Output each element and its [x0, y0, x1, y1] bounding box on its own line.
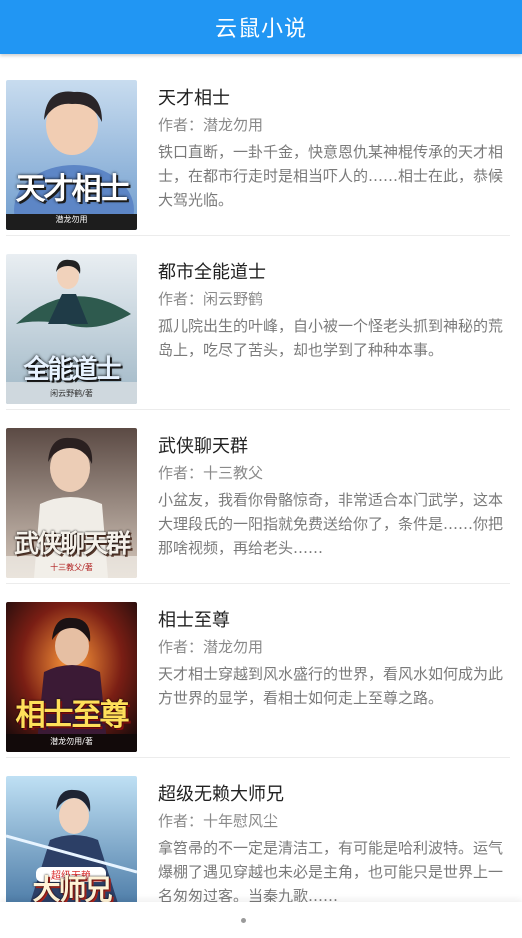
book-item[interactable]: 武侠聊天群 十三教父/著 武侠聊天群 作者：十三教父 小盆友，我看你骨骼惊奇，非…	[0, 410, 522, 584]
book-author: 作者：十年慰风尘	[158, 812, 279, 830]
book-title[interactable]: 武侠聊天群	[158, 432, 248, 458]
book-title[interactable]: 超级无赖大师兄	[158, 780, 284, 806]
book-author: 作者：十三教父	[158, 464, 264, 482]
app-title: 云鼠小说	[214, 17, 307, 42]
book-cover[interactable]: 天才相士 潜龙勿用	[6, 80, 137, 230]
book-cover[interactable]: 武侠聊天群 十三教父/著	[6, 428, 137, 578]
book-author: 作者：闲云野鹤	[158, 290, 264, 308]
bottom-bar	[0, 902, 522, 938]
book-cover[interactable]: 相士至尊 潜龙勿用/著	[6, 602, 137, 752]
book-title[interactable]: 相士至尊	[158, 606, 230, 632]
book-description: 天才相士穿越到风水盛行的世界，看风水如何成为此方世界的显学，看相士如何走上至尊之…	[158, 665, 504, 707]
book-description: 孤儿院出生的叶峰，自小被一个怪老头抓到神秘的荒岛上，吃尽了苦头，却也学到了种种本…	[158, 317, 504, 359]
book-author: 作者：潜龙勿用	[158, 638, 264, 656]
cover-author: 潜龙勿用	[55, 215, 88, 224]
book-title[interactable]: 天才相士	[158, 84, 230, 110]
book-author: 作者：潜龙勿用	[158, 116, 264, 134]
cover-title: 全能道士	[23, 355, 121, 385]
cover-title: 天才相士	[15, 172, 130, 207]
app-bar: 云鼠小说	[0, 0, 522, 54]
book-item[interactable]: 天才相士 潜龙勿用 天才相士 作者：潜龙勿用 铁口直断，一卦千金，快意恩仇某神棍…	[0, 62, 522, 236]
cover-author: 十三教父/著	[50, 563, 93, 572]
page-indicator-dot	[241, 918, 246, 923]
cover-title: 相士至尊	[15, 698, 130, 733]
book-title[interactable]: 都市全能道士	[158, 258, 266, 284]
cover-title: 武侠聊天群	[13, 529, 131, 558]
book-item[interactable]: 全能道士 闲云野鹤/著 都市全能道士 作者：闲云野鹤 孤儿院出生的叶峰，自小被一…	[0, 236, 522, 410]
book-item[interactable]: 相士至尊 潜龙勿用/著 相士至尊 作者：潜龙勿用 天才相士穿越到风水盛行的世界，…	[0, 584, 522, 758]
book-description: 拿笤帚的不一定是清洁工，有可能是哈利波特。运气爆棚了遇见穿越也未必是主角，也可能…	[158, 839, 504, 905]
book-description: 铁口直断，一卦千金，快意恩仇某神棍传承的天才相士，在都市行走时是相当吓人的……相…	[158, 143, 504, 209]
cover-author: 闲云野鹤/著	[50, 389, 93, 398]
book-cover[interactable]: 全能道士 闲云野鹤/著	[6, 254, 137, 404]
cover-author: 潜龙勿用/著	[50, 737, 93, 746]
book-description: 小盆友，我看你骨骼惊奇，非常适合本门武学，这本大理段氏的一阳指就免费送给你了，条…	[158, 491, 504, 557]
